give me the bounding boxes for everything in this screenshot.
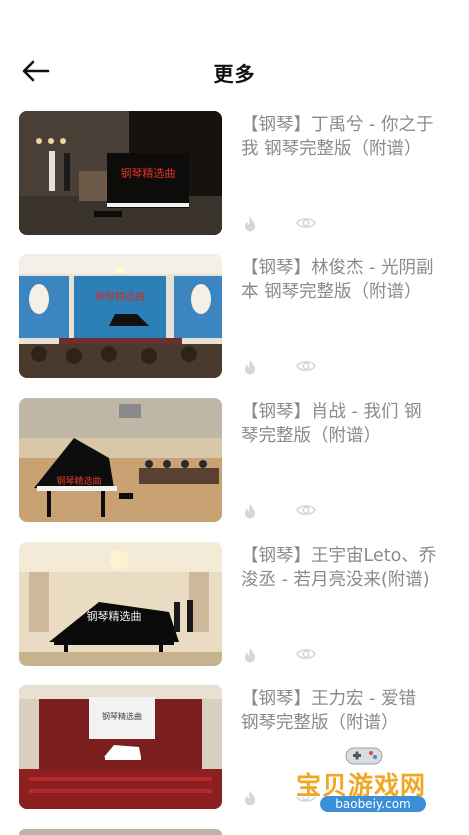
item-title: 【钢琴】肖战 - 我们 钢琴完整版（附谱） xyxy=(241,402,422,446)
list-item[interactable]: 钢琴精选曲 【钢琴】林俊杰 - 光阴副本 钢琴完整版（附谱） xyxy=(0,254,469,378)
list-item[interactable]: 钢琴精选曲 【钢琴】王宇宙Leto、乔浚丞 - 若月亮没来(附谱) xyxy=(0,542,469,666)
fire-icon xyxy=(245,503,255,519)
eye-icon xyxy=(296,361,316,371)
thumbnail-caption: 钢琴精选曲 xyxy=(56,475,101,487)
item-thumbnail: 钢琴精选曲 xyxy=(19,254,222,378)
item-stats xyxy=(242,215,442,233)
item-thumbnail: 钢琴精选曲 xyxy=(19,685,222,809)
item-thumbnail xyxy=(19,829,222,835)
item-stats xyxy=(242,646,442,664)
thumbnail-caption: 钢琴精选曲 xyxy=(121,167,176,180)
item-title: 【钢琴】丁禹兮 - 你之于我 钢琴完整版（附谱） xyxy=(241,115,434,159)
item-title: 【钢琴】林俊杰 - 光阴副本 钢琴完整版（附谱） xyxy=(241,258,434,302)
list-item-partial[interactable] xyxy=(0,829,469,835)
item-title: 【钢琴】王力宏 - 爱错 钢琴完整版（附谱） xyxy=(241,689,416,733)
list-item[interactable]: 钢琴精选曲 【钢琴】丁禹兮 - 你之于我 钢琴完整版（附谱） xyxy=(0,111,469,235)
fire-icon xyxy=(245,790,255,806)
page-title: 更多 xyxy=(213,62,256,86)
thumbnail-caption: 钢琴精选曲 xyxy=(87,610,142,623)
thumbnail-caption: 钢琴精选曲 xyxy=(95,290,145,303)
watermark-url: baobeiy.com xyxy=(320,796,426,812)
item-thumbnail: 钢琴精选曲 xyxy=(19,111,222,235)
item-stats xyxy=(242,358,442,376)
eye-icon xyxy=(296,218,316,228)
item-stats xyxy=(242,502,442,520)
top-bar: 更多 xyxy=(0,0,469,110)
fire-icon xyxy=(245,216,255,232)
watermark-logo: 宝贝游戏网 baobeiy.com xyxy=(292,742,442,828)
fire-icon xyxy=(245,359,255,375)
item-thumbnail: 钢琴精选曲 xyxy=(19,398,222,522)
item-thumbnail: 钢琴精选曲 xyxy=(19,542,222,666)
eye-icon xyxy=(296,649,316,659)
thumbnail-caption: 钢琴精选曲 xyxy=(102,711,142,721)
fire-icon xyxy=(245,647,255,663)
item-title: 【钢琴】王宇宙Leto、乔浚丞 - 若月亮没来(附谱) xyxy=(241,546,437,590)
gamepad-icon xyxy=(345,747,383,765)
list-item[interactable]: 钢琴精选曲 【钢琴】肖战 - 我们 钢琴完整版（附谱） xyxy=(0,398,469,522)
eye-icon xyxy=(296,505,316,515)
